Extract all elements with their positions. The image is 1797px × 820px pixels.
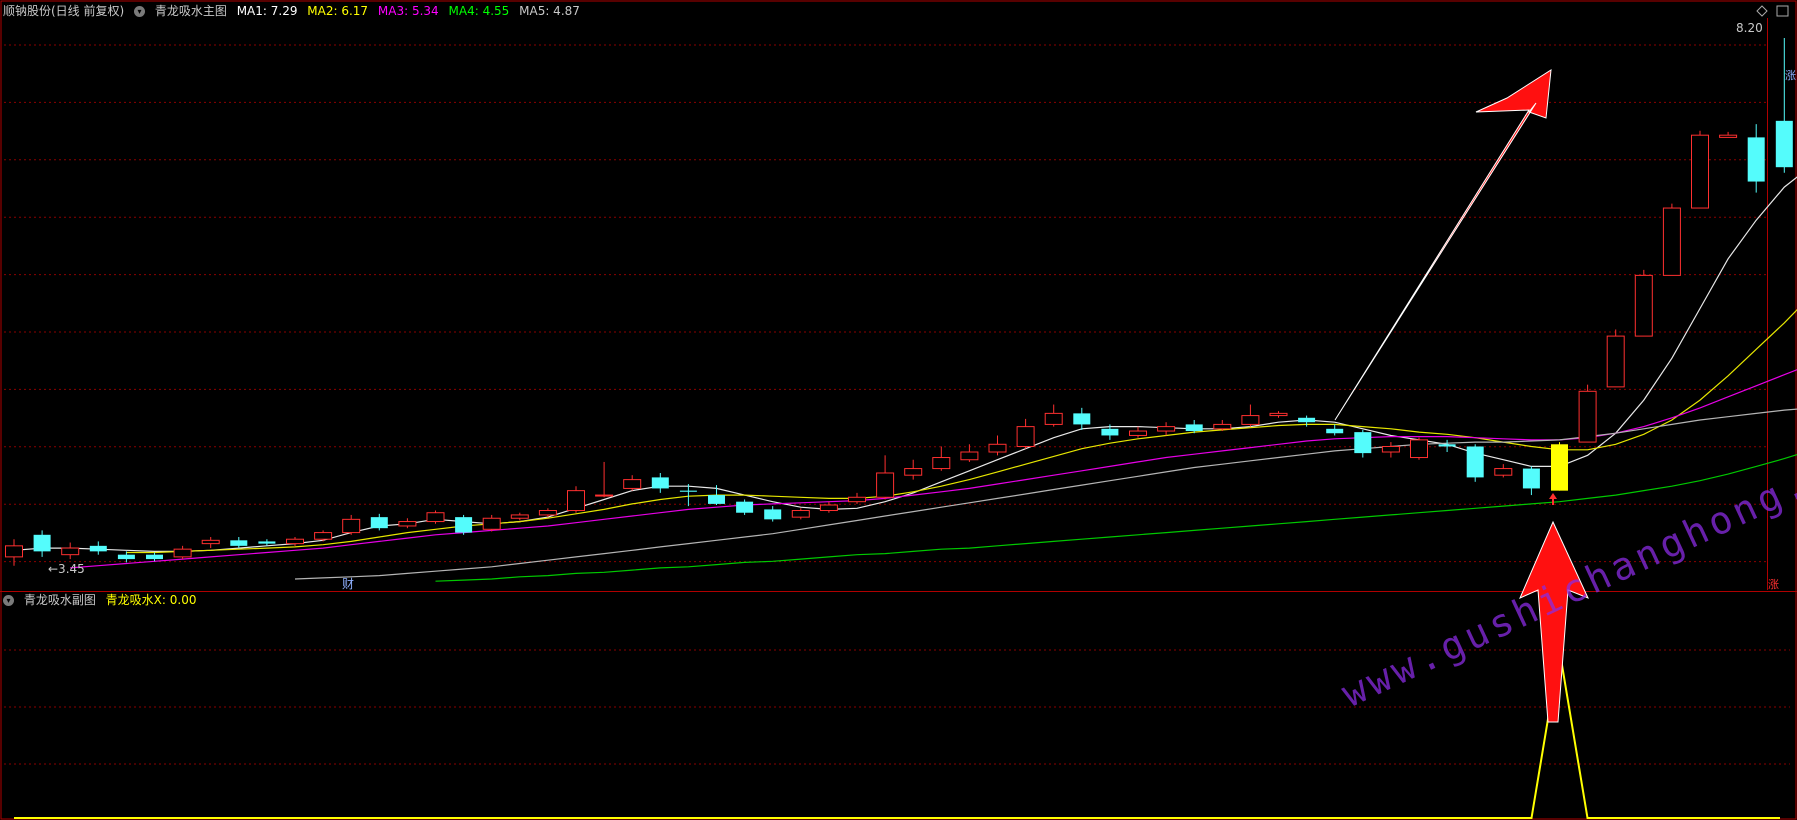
candle-body-up <box>1634 274 1653 337</box>
candle-body-down <box>1185 424 1203 432</box>
ma3-label: MA3: 5.34 <box>377 4 439 18</box>
candle-body-down <box>1326 428 1344 434</box>
candle-body-up <box>1269 412 1288 417</box>
right-marker-top: 涨 <box>1785 69 1796 82</box>
candle-body-up <box>1719 134 1738 138</box>
chevron-down-icon[interactable]: ▾ <box>134 6 146 17</box>
candle-body-up <box>1016 426 1035 447</box>
candle-body-down <box>736 501 754 513</box>
candle-body-up <box>1044 412 1063 425</box>
candle-body-up <box>482 517 501 530</box>
candle-body-up <box>342 518 361 534</box>
candle-body-down <box>258 541 276 544</box>
candle-body-up <box>538 510 557 516</box>
candle-body-down <box>89 545 107 552</box>
chevron-down-icon-sub[interactable]: ▾ <box>3 595 14 606</box>
candle-body-up <box>848 496 866 503</box>
candle-body-up <box>1662 207 1681 276</box>
candle-body-up <box>5 545 23 558</box>
sub-indicator-name[interactable]: 青龙吸水副图 <box>24 593 96 607</box>
candle-body-up <box>623 479 642 489</box>
candle-body-up <box>1157 426 1176 432</box>
candle-body-up <box>595 494 614 497</box>
candle-body-down <box>1438 444 1456 447</box>
candle-body-up <box>1691 134 1709 209</box>
candle-body-up <box>426 512 445 523</box>
kline-chart[interactable]: 8.20 ←3.45 财 涨 涨 <box>0 0 1797 820</box>
price-high-label: 8.20 <box>1736 21 1763 35</box>
price-low-label: ←3.45 <box>48 562 85 576</box>
candle-body-up <box>314 532 333 540</box>
ma5-label: MA5: 4.87 <box>519 4 580 18</box>
candle-body-up <box>988 443 1007 453</box>
candle-body-up <box>1381 445 1400 453</box>
candle-body-up <box>1578 390 1597 443</box>
right-marker-bottom: 涨 <box>1768 578 1779 591</box>
candle-body-down <box>1466 446 1484 478</box>
candle-body-up <box>61 547 80 556</box>
candle-body-up <box>932 457 951 470</box>
candle-body-up <box>819 504 838 512</box>
sub-indicator-value: 青龙吸水X: 0.00 <box>105 593 197 607</box>
candle-body-up <box>286 538 304 545</box>
candle-body-up <box>960 451 979 461</box>
candle-body-up <box>201 539 220 545</box>
candle-body-up <box>398 521 417 527</box>
candle-body-up <box>1241 415 1260 425</box>
candle-body-down <box>679 490 697 492</box>
candle-body-up <box>567 490 585 512</box>
candle-body-down <box>117 554 135 560</box>
ma1-label: MA1: 7.29 <box>236 4 298 18</box>
candle-body-down <box>146 554 163 560</box>
signal-candle <box>1551 444 1568 491</box>
stock-title: 顺钠股份(日线 前复权) <box>3 4 125 18</box>
candle-body-down <box>1354 432 1372 454</box>
candle-body-up <box>1129 430 1147 436</box>
candle-body-down <box>1522 468 1540 489</box>
ma4-label: MA4: 4.55 <box>448 4 510 18</box>
candle-body-down <box>230 540 248 546</box>
candle-body-down <box>370 517 388 529</box>
candle-body-up <box>173 548 192 558</box>
candle-body-down <box>455 517 473 533</box>
candle-body-down <box>764 509 782 520</box>
candle-body-down <box>1073 413 1091 425</box>
candle-body-down <box>1775 120 1793 168</box>
candle-body-up <box>791 510 810 518</box>
candle-body-down <box>651 477 669 489</box>
main-panel-header: 顺钠股份(日线 前复权) ▾ 青龙吸水主图 MA1: 7.29 MA2: 6.1… <box>3 4 586 18</box>
candle-body-up <box>904 468 923 476</box>
main-indicator-name[interactable]: 青龙吸水主图 <box>155 4 227 18</box>
chart-background <box>0 0 1797 820</box>
sub-panel-header: ▾ 青龙吸水副图 青龙吸水X: 0.00 <box>3 593 202 607</box>
candle-body-down <box>1298 417 1316 423</box>
candle-body-up <box>876 472 895 498</box>
candle-body-down <box>1747 137 1765 182</box>
candle-body-down <box>1101 428 1119 436</box>
candle-body-down <box>33 534 51 552</box>
candle-body-up <box>1606 335 1625 388</box>
finance-marker[interactable]: 财 <box>342 577 354 591</box>
ma2-label: MA2: 6.17 <box>307 4 369 18</box>
candle-body-down <box>708 495 725 504</box>
candle-body-up <box>1213 423 1232 430</box>
candle-body-up <box>1410 439 1428 459</box>
candle-body-up <box>1494 468 1513 476</box>
candle-body-up <box>510 514 529 519</box>
